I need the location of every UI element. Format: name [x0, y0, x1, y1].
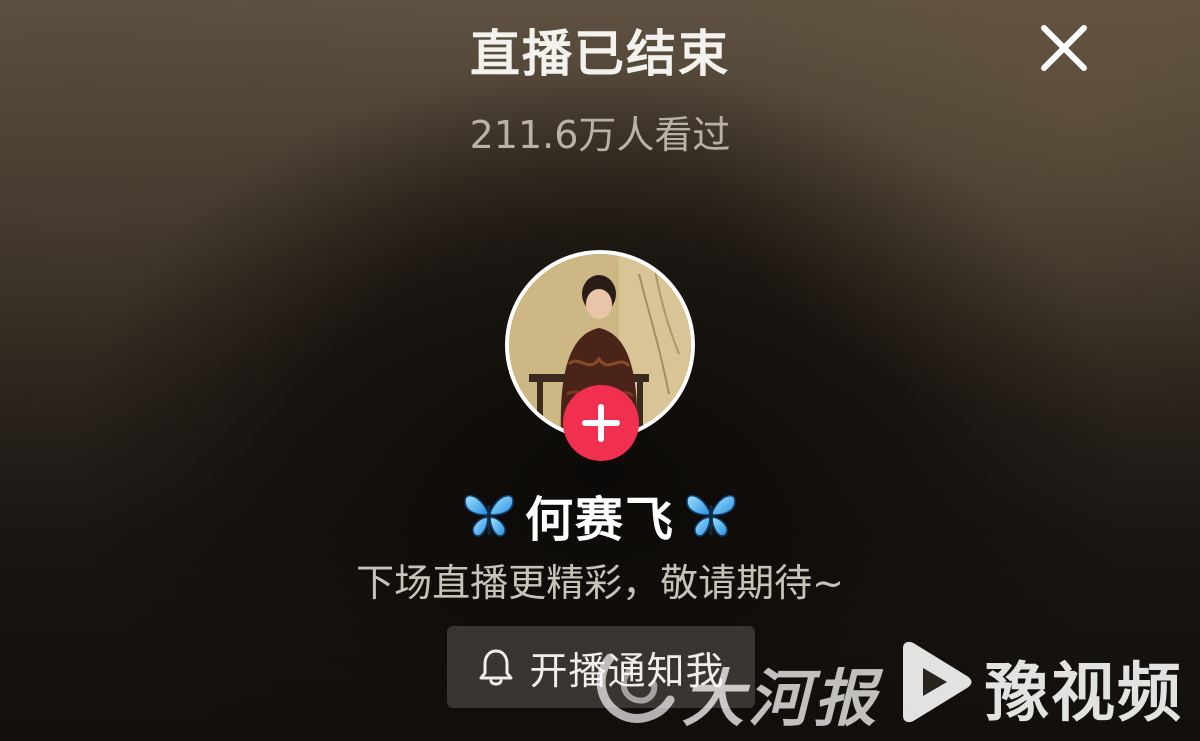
follow-button[interactable]	[563, 385, 639, 461]
dahe-logo-icon	[596, 653, 675, 723]
close-icon	[1041, 25, 1087, 71]
yu-video-watermark-text: 豫视频	[985, 657, 1183, 731]
streamer-tagline: 下场直播更精彩，敬请期待~	[356, 561, 844, 605]
butterfly-icon	[464, 494, 514, 537]
play-logo-icon	[903, 641, 972, 723]
dahe-watermark: 大河报	[590, 640, 880, 735]
butterfly-icon	[686, 494, 736, 537]
viewer-count: 211.6万人看过	[469, 113, 731, 157]
dahe-watermark-text: 大河报	[682, 662, 881, 735]
plus-icon	[582, 404, 620, 442]
live-ended-screen: 直播已结束 211.6万人看过 何赛飞 下场直播更精彩，敬请期待~ 开播通知我 …	[0, 0, 1200, 741]
streamer-name: 何赛飞	[524, 492, 675, 548]
streamer-avatar-container	[505, 250, 695, 461]
yu-video-watermark: 豫视频	[893, 632, 1193, 732]
close-button[interactable]	[1038, 22, 1090, 74]
page-title: 直播已结束	[470, 25, 730, 83]
bell-icon	[479, 649, 513, 686]
streamer-name-row: 何赛飞	[0, 480, 1200, 550]
